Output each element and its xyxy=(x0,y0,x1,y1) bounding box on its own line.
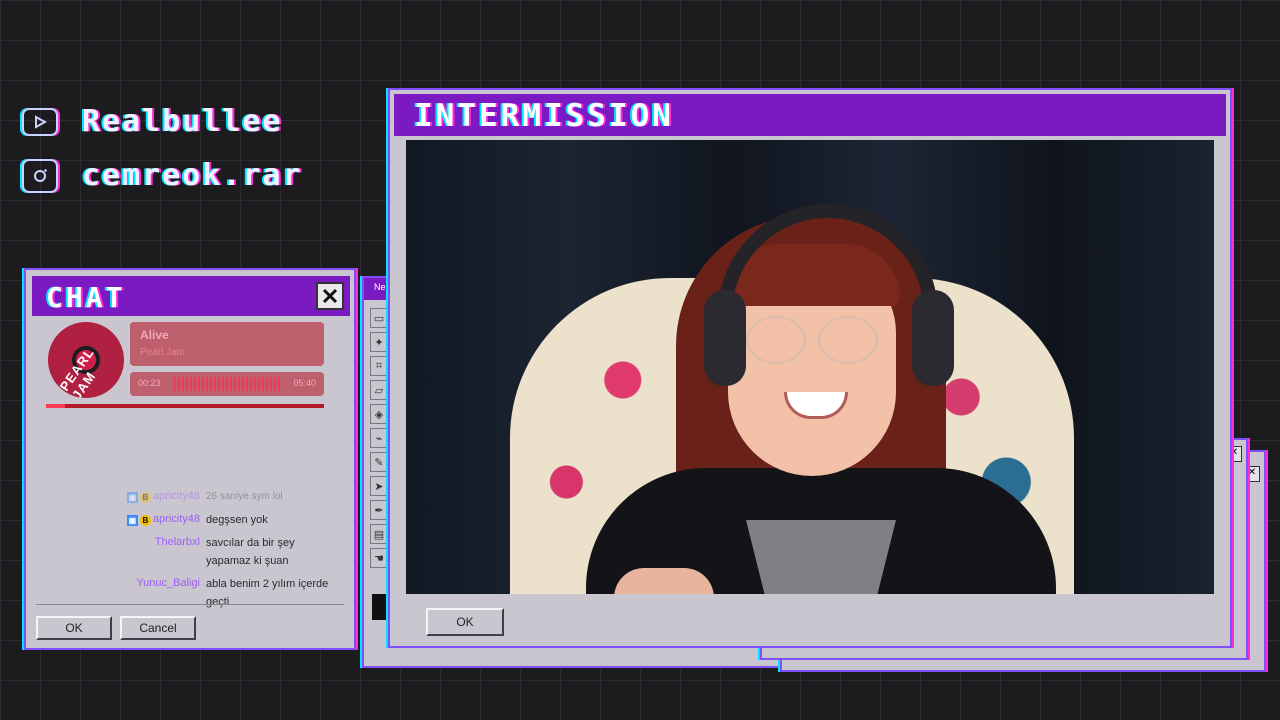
chat-text: 26 saniye sym lol xyxy=(206,491,283,502)
intermission-titlebar: INTERMISSION xyxy=(394,94,1226,136)
earcup-left xyxy=(704,290,746,386)
track-artist: Pearl Jam xyxy=(140,347,186,358)
track-progress xyxy=(46,404,324,408)
select-free-icon[interactable]: ✦ xyxy=(370,332,388,352)
ok-button[interactable]: OK xyxy=(36,616,112,640)
select-rect-icon[interactable]: ▭ xyxy=(370,308,388,328)
webcam-feed xyxy=(406,140,1214,594)
chat-message: Thelarbxl savcılar da bir şey yapamaz ki… xyxy=(34,534,346,570)
close-button[interactable] xyxy=(316,282,344,310)
album-art: PEARL JAM xyxy=(48,322,124,398)
brush-icon[interactable]: ✎ xyxy=(370,452,388,472)
chat-username: Yunuc_Baligi xyxy=(136,577,200,589)
now-playing-card: Alive Pearl Jam xyxy=(130,322,324,366)
arm xyxy=(614,568,714,594)
track-title: Alive xyxy=(140,328,169,342)
close-icon xyxy=(322,288,338,304)
headphones xyxy=(718,204,938,334)
subscriber-badge-icon: ▣ xyxy=(126,515,138,526)
pen-icon[interactable]: ✒ xyxy=(370,500,388,520)
chat-titlebar: CHAT xyxy=(32,276,350,316)
chat-text: degşsen yok xyxy=(206,514,268,526)
elapsed-time: 00:23 xyxy=(138,378,161,388)
chat-username: apricity48 xyxy=(152,513,200,525)
waveform xyxy=(174,377,282,391)
ok-button[interactable]: OK xyxy=(426,608,504,636)
chat-message: Yunuc_Baligi abla benim 2 yılım içerde g… xyxy=(34,575,346,611)
paint-toolbar: ▭ ✦ ⌗ ▱ ◈ ⌁ ✎ ➤ ✒ ▤ ☚ xyxy=(368,308,390,572)
eraser-icon[interactable]: ▱ xyxy=(370,380,388,400)
chat-text: abla benim 2 yılım içerde geçti xyxy=(206,578,329,608)
album-label: PEARL JAM xyxy=(56,345,99,398)
cancel-button[interactable]: Cancel xyxy=(120,616,196,640)
text-icon[interactable]: ▤ xyxy=(370,524,388,544)
hand-icon[interactable]: ☚ xyxy=(370,548,388,568)
chat-username: Thelarbxl xyxy=(154,536,200,548)
pointer-icon[interactable]: ➤ xyxy=(370,476,388,496)
social-youtube: Realbullee xyxy=(22,104,283,139)
youtube-handle: Realbullee xyxy=(82,104,283,139)
chat-text: savcılar da bir şey yapamaz ki şuan xyxy=(206,537,295,567)
intermission-window: INTERMISSION OK xyxy=(388,88,1232,648)
bits-badge-icon: B xyxy=(139,515,151,526)
chat-log: ▣ Bapricity48 26 saniye sym lol ▣ Bapricit… xyxy=(34,488,346,616)
chat-window: CHAT PEARL JAM Alive Pearl Jam 00:23 05:… xyxy=(24,268,356,650)
track-progress-fill xyxy=(46,404,66,408)
earcup-right xyxy=(912,290,954,386)
fill-icon[interactable]: ◈ xyxy=(370,404,388,424)
crop-icon[interactable]: ⌗ xyxy=(370,356,388,376)
chat-username: apricity48 xyxy=(152,490,200,502)
youtube-icon xyxy=(22,107,58,136)
subscriber-badge-icon: ▣ xyxy=(126,492,138,503)
chat-message: ▣ Bapricity48 26 saniye sym lol xyxy=(34,488,346,506)
paint-title: Ne xyxy=(374,282,386,292)
shirt xyxy=(746,520,896,594)
color-swatch[interactable] xyxy=(372,594,386,620)
playback-bar: 00:23 05:40 xyxy=(130,372,324,396)
instagram-icon xyxy=(22,158,58,193)
total-time: 05:40 xyxy=(293,378,316,388)
divider xyxy=(36,604,344,605)
picker-icon[interactable]: ⌁ xyxy=(370,428,388,448)
social-instagram: cemreok.rar xyxy=(22,158,303,193)
chat-title: CHAT xyxy=(46,281,126,314)
instagram-handle: cemreok.rar xyxy=(82,158,303,193)
bits-badge-icon: B xyxy=(139,492,151,503)
window-title: INTERMISSION xyxy=(414,98,674,134)
chat-message: ▣ Bapricity48 degşsen yok xyxy=(34,511,346,529)
